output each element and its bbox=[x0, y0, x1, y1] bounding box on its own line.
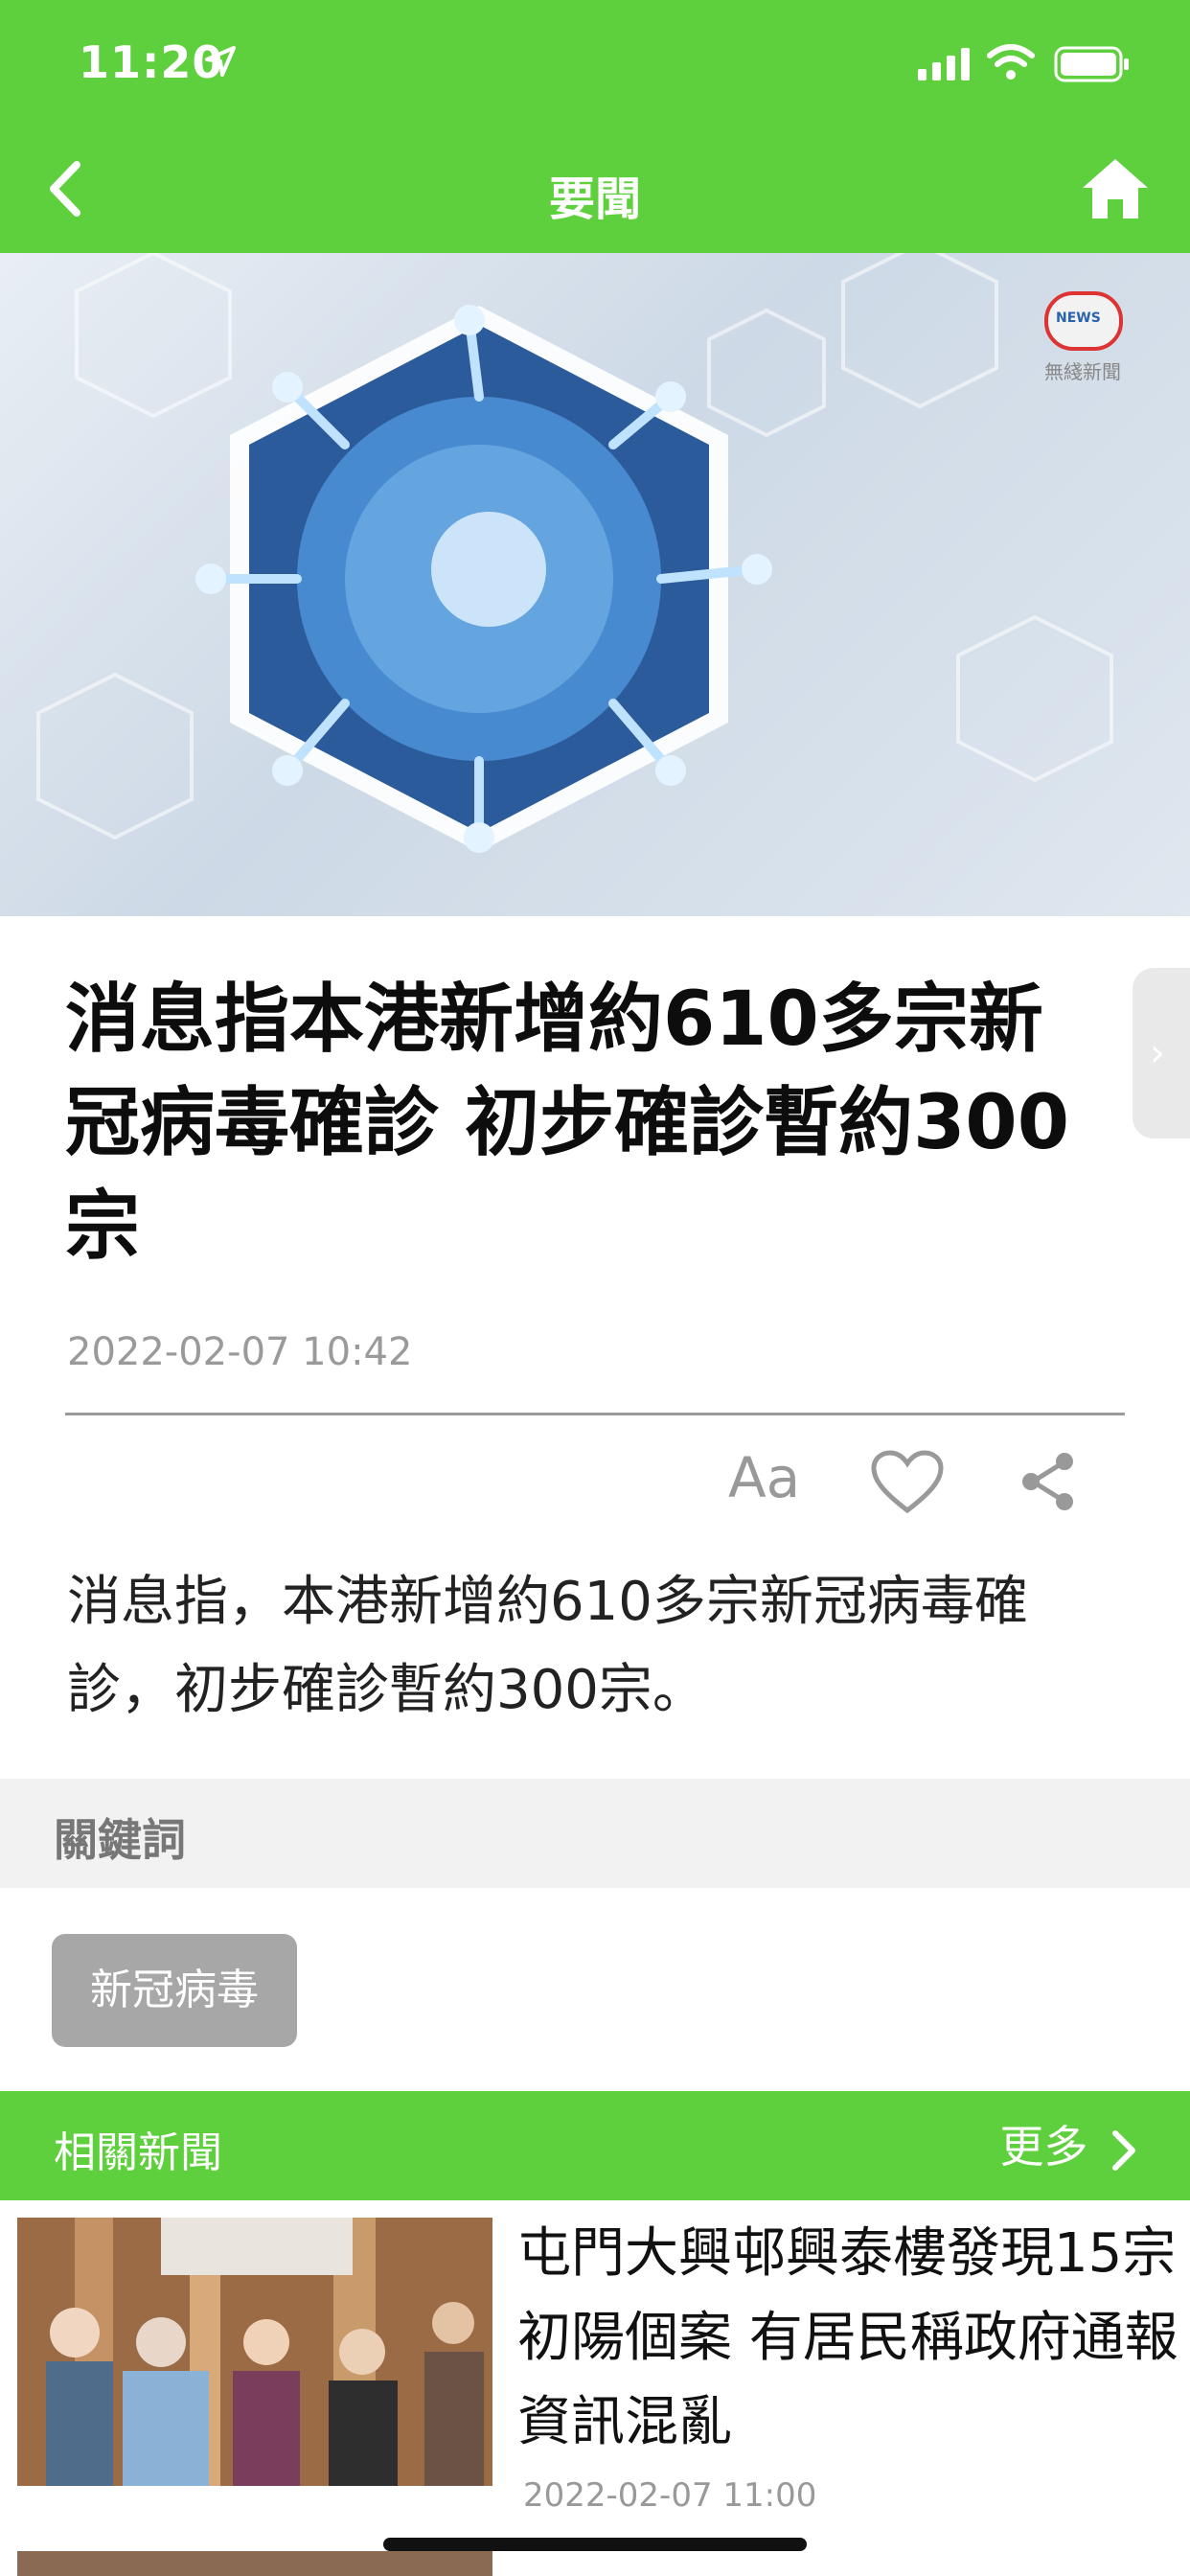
status-bar: 11:20 bbox=[0, 0, 1190, 126]
home-indicator[interactable] bbox=[383, 2538, 807, 2551]
location-arrow-icon bbox=[205, 46, 236, 77]
heart-icon[interactable] bbox=[870, 1449, 945, 1514]
page-title: 要聞 bbox=[548, 172, 641, 226]
related-news-title: 屯門大興邨興泰樓發現15宗初陽個案 有居民稱政府通報資訊混亂 bbox=[517, 2222, 1179, 2453]
nav-bar: 要聞 bbox=[0, 126, 1190, 253]
chevron-right-icon bbox=[1112, 2129, 1135, 2171]
chevron-right-icon: › bbox=[1150, 1031, 1165, 1075]
related-news-title: 相關新聞 bbox=[54, 2128, 222, 2177]
article-body: 消息指，本港新增約610多宗新冠病毒確診，初步確診暫約300宗。 bbox=[67, 1571, 1028, 1721]
article-timestamp: 2022-02-07 10:42 bbox=[67, 1330, 413, 1374]
article-headline: 消息指本港新增約610多宗新冠病毒確診 初步確診暫約300宗 bbox=[65, 977, 1069, 1270]
share-icon[interactable] bbox=[1019, 1451, 1077, 1512]
related-news-header: 相關新聞 更多 bbox=[0, 2091, 1190, 2200]
virus-illustration bbox=[36, 253, 1113, 853]
article-toolbar: Aa bbox=[728, 1445, 1092, 1522]
hero-image: NEWS 無綫新聞 bbox=[0, 253, 1190, 916]
wifi-icon bbox=[987, 44, 1035, 80]
status-time: 11:20 bbox=[79, 36, 224, 88]
related-news-item[interactable]: 屯門大興邨興泰樓發現15宗初陽個案 有居民稱政府通報資訊混亂 2022-02-0… bbox=[0, 2200, 1190, 2536]
related-news-item-partial[interactable] bbox=[0, 2551, 1190, 2576]
next-article-tab[interactable]: › bbox=[1133, 968, 1190, 1138]
font-size-button[interactable]: Aa bbox=[728, 1445, 800, 1510]
keywords-header-label: 關鍵詞 bbox=[54, 1814, 186, 1866]
battery-icon bbox=[1054, 46, 1129, 82]
related-news-thumbnail bbox=[17, 2218, 492, 2486]
news-logo: NEWS 無綫新聞 bbox=[1025, 291, 1140, 387]
home-icon[interactable] bbox=[1081, 155, 1150, 222]
more-label: 更多 bbox=[999, 2121, 1088, 2173]
keyword-chip[interactable]: 新冠病毒 bbox=[52, 1934, 297, 2047]
more-link[interactable]: 更多 bbox=[999, 2112, 1138, 2175]
keywords-header: 關鍵詞 bbox=[0, 1779, 1190, 1888]
related-news-date: 2022-02-07 11:00 bbox=[523, 2476, 817, 2515]
signal-icon bbox=[918, 48, 970, 80]
divider bbox=[65, 1413, 1125, 1415]
